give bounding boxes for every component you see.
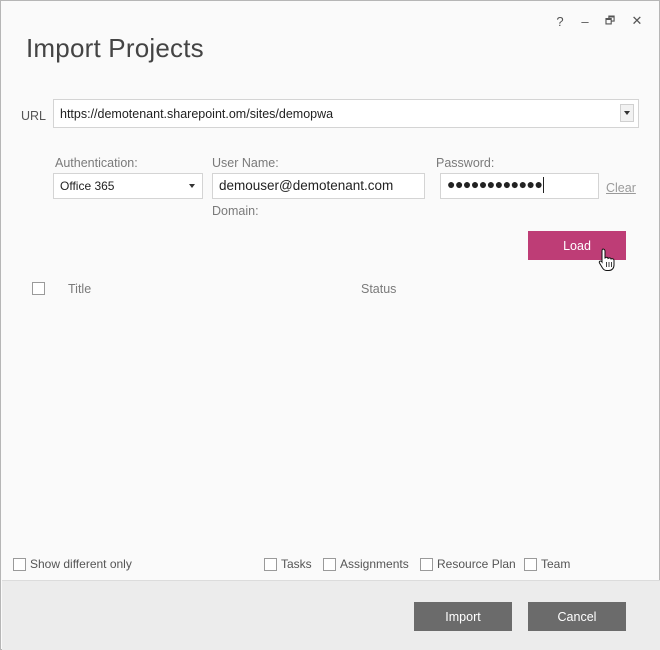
clear-link[interactable]: Clear <box>606 181 636 195</box>
select-all-checkbox[interactable] <box>32 282 45 295</box>
user-name-label: User Name: <box>212 156 279 170</box>
restore-icon[interactable]: 🗗 <box>599 11 621 31</box>
authentication-select[interactable]: Office 365 <box>53 173 203 199</box>
domain-label: Domain: <box>212 204 259 218</box>
hand-pointer-icon <box>598 248 615 271</box>
import-button[interactable]: Import <box>414 602 512 631</box>
tasks-checkbox[interactable] <box>264 558 277 571</box>
column-title[interactable]: Title <box>68 282 91 296</box>
import-projects-dialog: ? – 🗗 ✕ Import Projects URL https://demo… <box>0 0 660 650</box>
url-combobox[interactable]: https://demotenant.sharepoint.om/sites/d… <box>53 99 639 128</box>
user-name-value: demouser@demotenant.com <box>219 178 394 193</box>
tasks-label: Tasks <box>281 557 312 571</box>
dialog-title: Import Projects <box>26 33 204 63</box>
url-value: https://demotenant.sharepoint.om/sites/d… <box>60 107 334 121</box>
password-input[interactable]: ●●●●●●●●●●●● <box>440 173 599 199</box>
team-label: Team <box>541 557 571 571</box>
user-name-input[interactable]: demouser@demotenant.com <box>212 173 425 199</box>
chevron-down-icon[interactable] <box>620 104 634 122</box>
project-list[interactable] <box>15 276 645 546</box>
cancel-button[interactable]: Cancel <box>528 602 626 631</box>
chevron-down-icon[interactable] <box>185 177 199 195</box>
column-status[interactable]: Status <box>361 282 396 296</box>
help-icon[interactable]: ? <box>549 11 571 31</box>
authentication-label: Authentication: <box>55 156 138 170</box>
password-value: ●●●●●●●●●●●● <box>447 176 543 192</box>
team-checkbox[interactable] <box>524 558 537 571</box>
assignments-checkbox[interactable] <box>323 558 336 571</box>
assignments-label: Assignments <box>340 557 409 571</box>
minimize-icon[interactable]: – <box>574 11 596 31</box>
show-different-label: Show different only <box>30 557 132 571</box>
text-caret <box>543 177 545 194</box>
close-icon[interactable]: ✕ <box>626 11 648 31</box>
password-label: Password: <box>436 156 495 170</box>
resource-plan-checkbox[interactable] <box>420 558 433 571</box>
url-label: URL <box>21 109 47 123</box>
show-different-checkbox[interactable] <box>13 558 26 571</box>
authentication-value: Office 365 <box>60 179 115 193</box>
resource-plan-label: Resource Plan <box>437 557 516 571</box>
